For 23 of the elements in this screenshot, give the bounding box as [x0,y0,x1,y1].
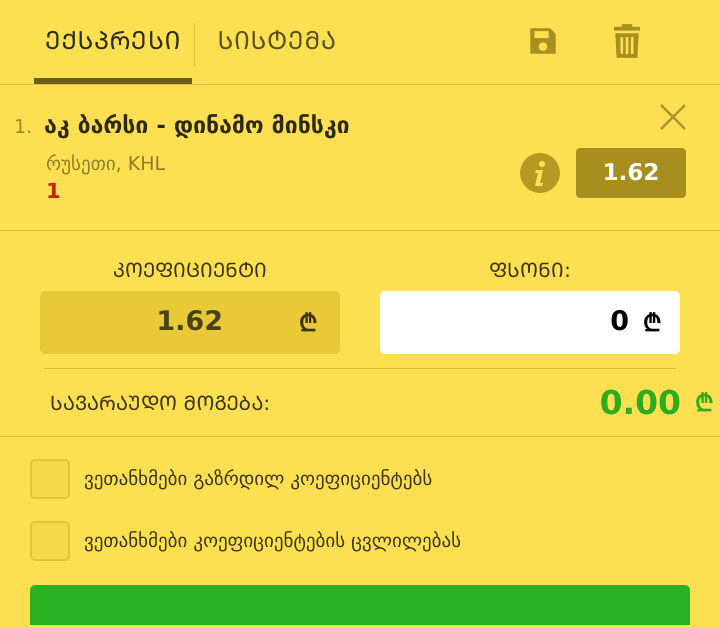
trash-icon[interactable] [614,24,640,58]
info-icon[interactable] [520,153,560,193]
potential-win-amount: 0.00 [600,382,681,424]
odds-badge: 1.62 [576,148,686,198]
league-label: რუსეთი, KHL [46,152,166,174]
checkbox-label: ვეთანხმები კოეფიციენტების ცვლილებას [84,528,462,554]
lari-sign: ₾ [643,308,662,338]
tab[interactable]: ᲡᲘᲡᲢᲔᲛᲐ [197,0,357,84]
bet-number: 1. [14,115,32,140]
lari-sign: ₾ [695,388,714,418]
coefficient-label: ᲙᲝᲔᲤᲘᲪᲘᲔᲜᲢᲘ [113,257,267,284]
stake-label: ᲤᲡᲝᲜᲘ: [489,257,571,284]
outcome-label: 1 [46,179,61,203]
close-icon[interactable] [659,103,687,131]
coefficient-field: 1.62 ₾ [40,291,340,354]
potential-win-label: ᲡᲐᲕᲐᲠᲐᲣᲓᲝ ᲛᲝᲒᲔᲑᲐ: [50,390,270,416]
lari-sign: ₾ [299,308,318,338]
tab[interactable]: ᲔᲥᲡᲞᲠᲔᲡᲘ [34,0,192,84]
checkbox-label: ვეთანხმები გაზრდილ კოეფიციენტებს [84,466,432,492]
stake-field[interactable]: 0 ₾ [380,291,680,354]
match-title: აკ ბარსი - დინამო მინსკი [44,112,350,141]
checkbox[interactable] [30,521,70,561]
checkbox[interactable] [30,459,70,499]
